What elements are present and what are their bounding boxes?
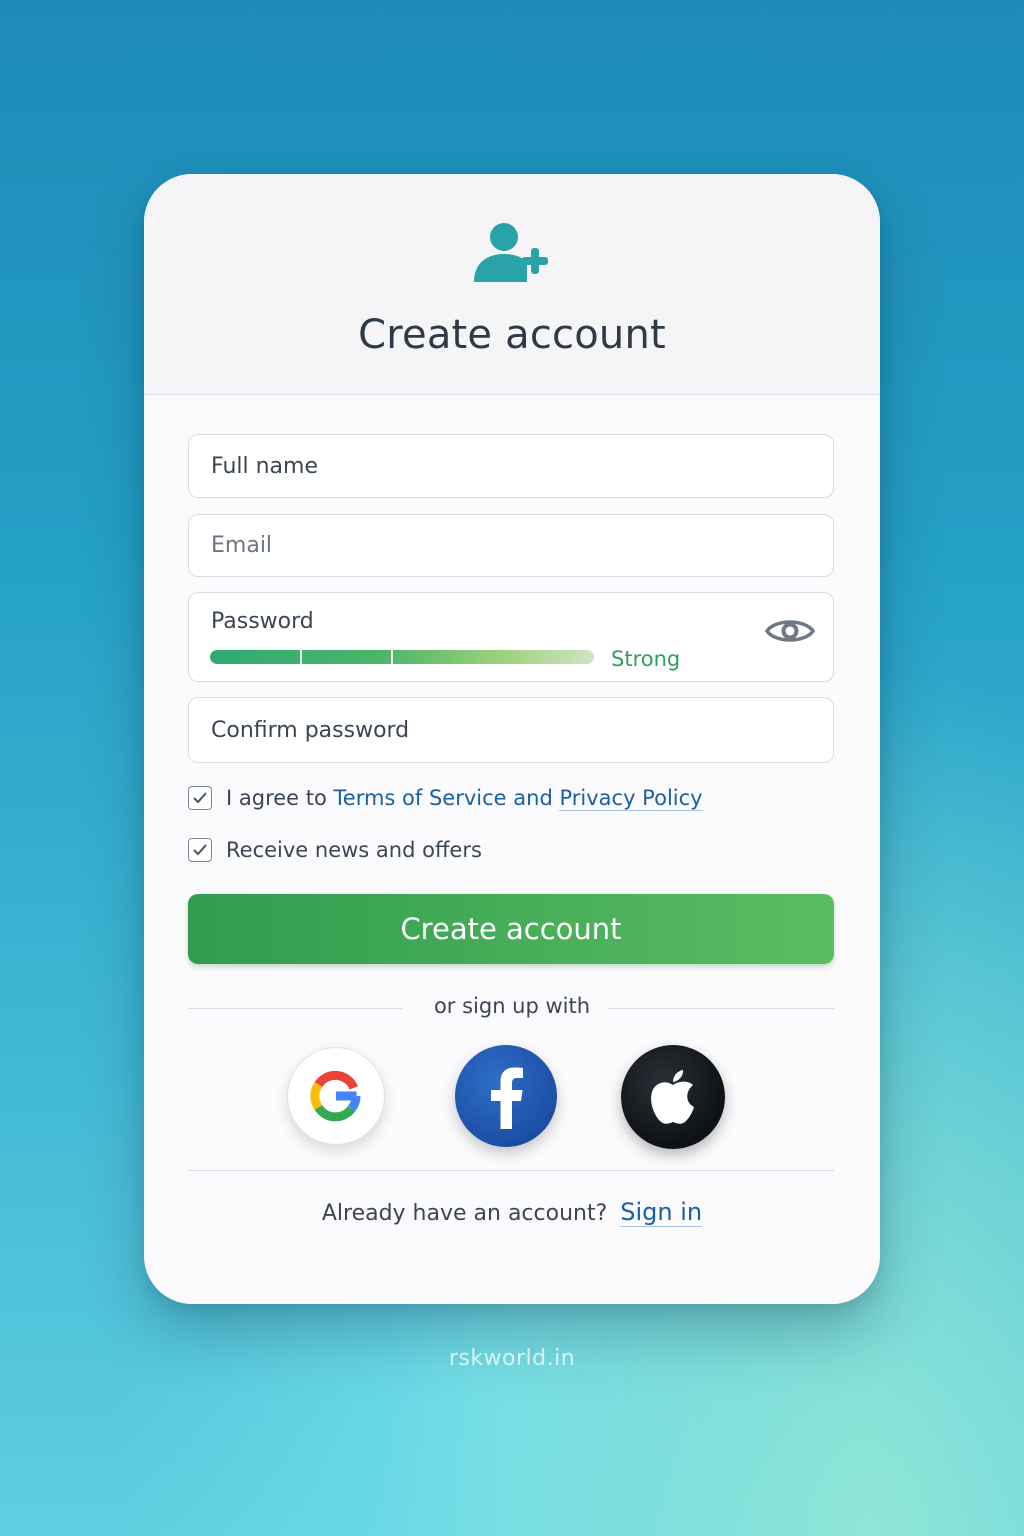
newsletter-row: Receive news and offers <box>188 835 482 865</box>
strength-segment-divider <box>391 650 393 664</box>
create-account-button[interactable]: Create account <box>188 894 834 964</box>
sign-in-prompt: Already have an account? Sign in <box>144 1198 880 1227</box>
social-divider-text: or sign up with <box>433 994 591 1018</box>
password-strength-bar <box>210 650 594 664</box>
full-name-input[interactable] <box>189 435 833 497</box>
newsletter-checkbox[interactable] <box>188 838 212 862</box>
terms-of-service-link[interactable]: Terms of Service <box>334 786 507 810</box>
check-icon <box>193 844 207 856</box>
apple-signup-button[interactable] <box>621 1045 725 1149</box>
password-field[interactable]: Strong <box>188 592 834 682</box>
confirm-password-field[interactable] <box>188 697 834 763</box>
terms-label: I agree to Terms of Service and Privacy … <box>226 786 703 811</box>
terms-row: I agree to Terms of Service and Privacy … <box>188 783 703 813</box>
divider-line-left <box>188 1008 402 1009</box>
check-icon <box>193 792 207 804</box>
full-name-field[interactable] <box>188 434 834 498</box>
facebook-signup-button[interactable] <box>455 1045 557 1147</box>
eye-icon <box>765 620 815 642</box>
user-plus-icon <box>474 223 548 282</box>
apple-icon <box>651 1070 694 1124</box>
site-watermark: rskworld.in <box>448 1346 576 1371</box>
card-header: Create account <box>144 174 880 395</box>
terms-prefix: I agree to <box>226 786 327 810</box>
email-input[interactable] <box>189 515 833 576</box>
password-input[interactable] <box>189 601 729 641</box>
terms-checkbox[interactable] <box>188 786 212 810</box>
page-title: Create account <box>358 312 666 358</box>
strength-segment-divider <box>300 650 302 664</box>
google-icon <box>310 1070 361 1122</box>
footer-divider <box>188 1170 834 1171</box>
password-strength-label: Strong <box>611 647 681 671</box>
newsletter-label: Receive news and offers <box>226 838 482 862</box>
show-password-button[interactable] <box>763 613 817 649</box>
signup-card: Create account Strong <box>144 174 880 1304</box>
confirm-password-input[interactable] <box>189 698 833 762</box>
email-field[interactable] <box>188 514 834 577</box>
sign-in-link[interactable]: Sign in <box>620 1198 703 1227</box>
terms-and-text: and <box>513 786 553 810</box>
divider-line-right <box>608 1008 834 1009</box>
sign-in-prompt-text: Already have an account? <box>321 1201 608 1226</box>
facebook-icon <box>491 1067 523 1129</box>
password-strength-fill <box>210 650 594 664</box>
google-signup-button[interactable] <box>287 1047 385 1145</box>
privacy-policy-link[interactable]: Privacy Policy <box>559 786 703 811</box>
